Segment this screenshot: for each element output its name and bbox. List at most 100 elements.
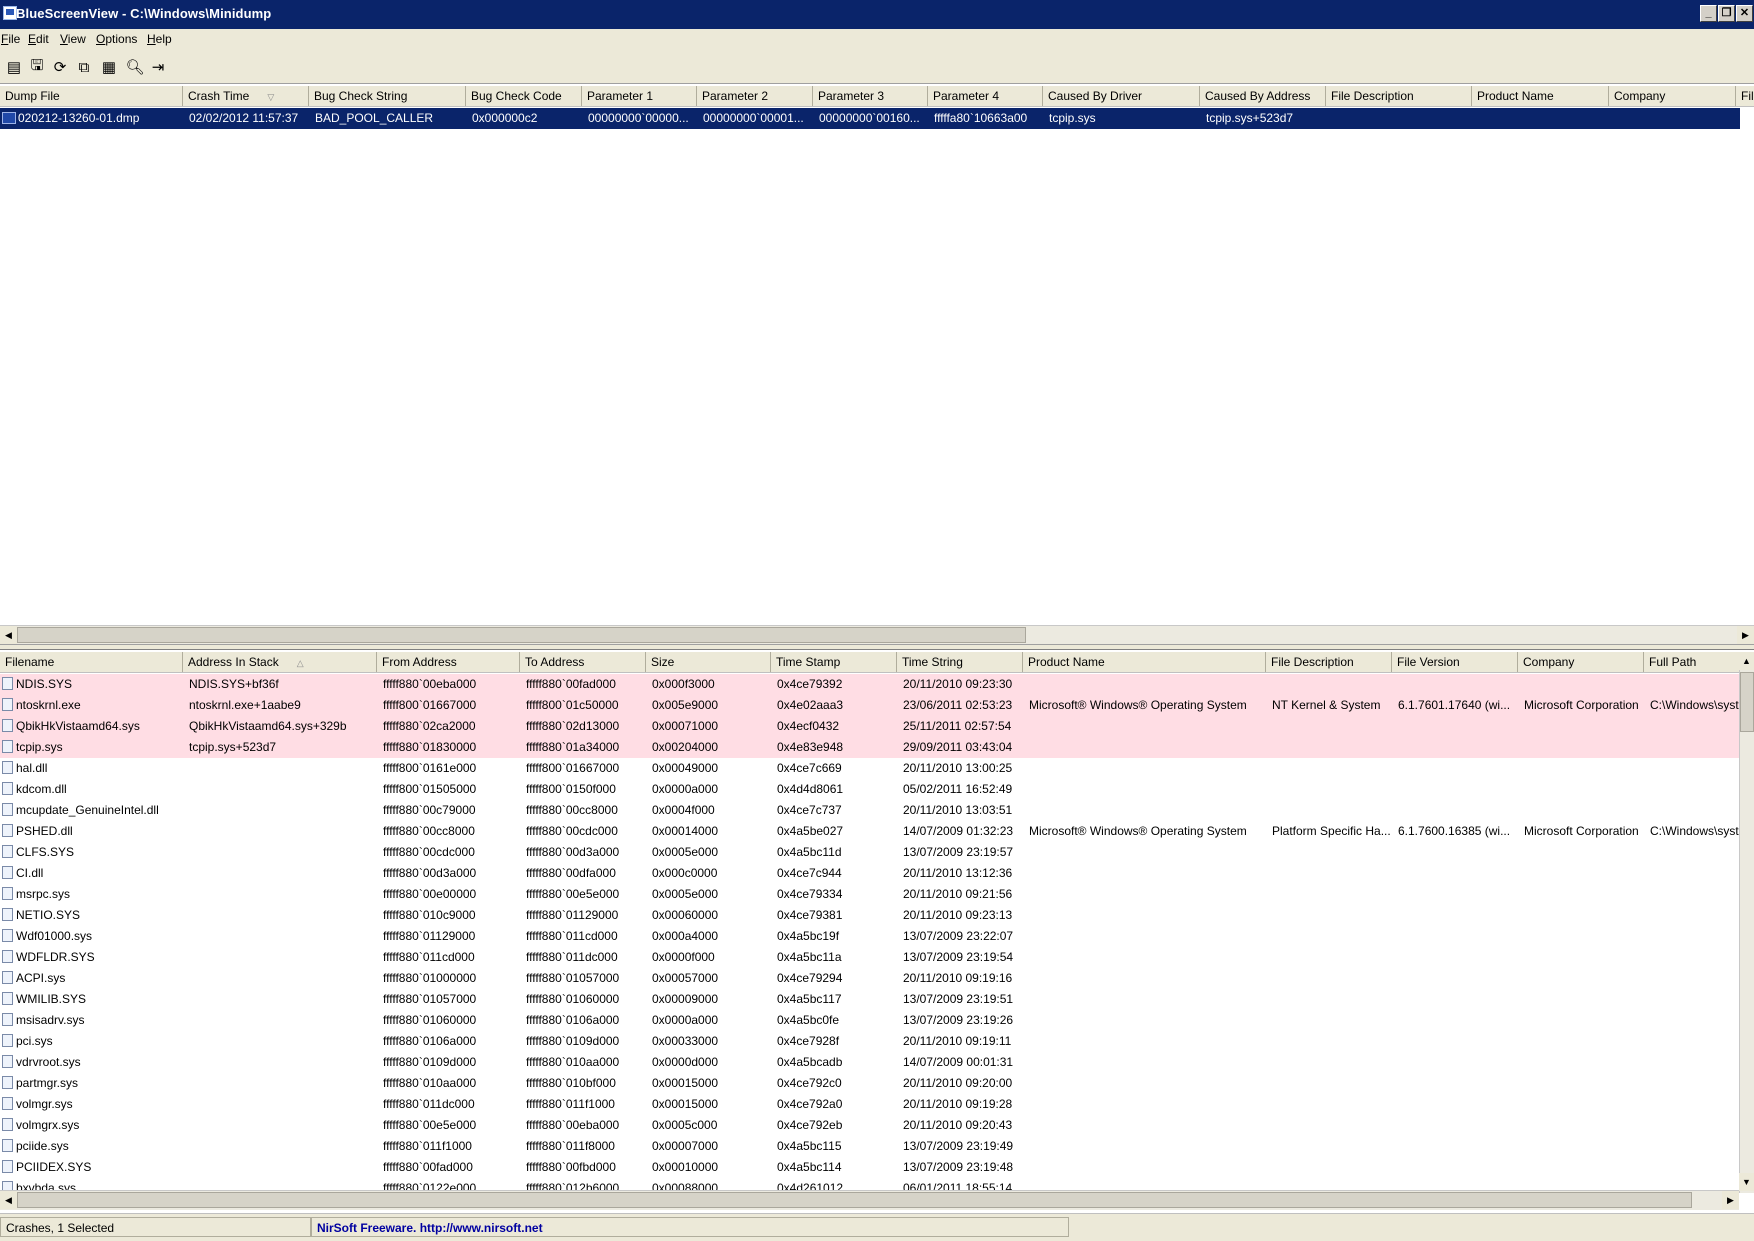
cell-file-version [1392, 1031, 1518, 1052]
cell-address-in-stack [183, 1073, 377, 1094]
driver-row[interactable]: QbikHkVistaamd64.sys QbikHkVistaamd64.sys… [0, 716, 1740, 737]
cell-address-in-stack: ntoskrnl.exe+1aabe9 [189, 698, 301, 712]
cell-filename: QbikHkVistaamd64.sys [0, 716, 183, 737]
save-icon[interactable]: 🖫 [27, 57, 47, 77]
status-count: Crashes, 1 Selected [0, 1217, 311, 1237]
menu-edit[interactable]: Edit [28, 32, 49, 46]
driver-row[interactable]: msisadrv.sys fffff880`01060000 fffff880`01… [0, 1010, 1740, 1031]
minimize-button[interactable]: _ [1700, 5, 1717, 22]
driver-row[interactable]: tcpip.sys tcpip.sys+523d7 fffff880`0183000… [0, 737, 1740, 758]
close-button[interactable]: ✕ [1736, 5, 1753, 22]
column-header-address-in-stack[interactable]: Address In Stack △ [183, 652, 377, 672]
driver-row[interactable]: kdcom.dll fffff800`01505000 fffff800`0150f… [0, 779, 1740, 800]
cell-full-path [1644, 1052, 1744, 1073]
column-header-caused-by-address[interactable]: Caused By Address [1200, 86, 1326, 106]
menu-options[interactable]: Options [96, 32, 137, 46]
driver-row[interactable]: volmgrx.sys fffff880`00e5e000 fffff880`00e… [0, 1115, 1740, 1136]
column-header-company[interactable]: Company [1518, 652, 1644, 672]
column-header-file-version[interactable]: File Version [1392, 652, 1518, 672]
scroll-down-icon[interactable]: ▼ [1739, 1173, 1754, 1191]
driver-row[interactable]: ntoskrnl.exe ntoskrnl.exe+1aabe9 fffff800`… [0, 695, 1744, 716]
scroll-left-icon[interactable]: ◀ [0, 1191, 17, 1209]
panel-splitter[interactable] [0, 644, 1754, 650]
column-header-crash-time[interactable]: Crash Time ▽ [183, 86, 309, 106]
vscroll-thumb[interactable] [1740, 672, 1754, 732]
cell-size: 0x0004f000 [652, 803, 715, 817]
html-report-icon[interactable]: ▤ [4, 57, 24, 77]
scroll-thumb[interactable] [17, 1192, 1692, 1208]
column-header-from-address[interactable]: From Address [377, 652, 520, 672]
crash-row[interactable]: 020212-13260-01.dmp 02/02/2012 11:57:37 BA… [0, 108, 1740, 129]
properties-icon[interactable]: ▦ [99, 57, 119, 77]
crash-list-hscrollbar[interactable]: ◀ ▶ [0, 625, 1754, 645]
driver-row[interactable]: volmgr.sys fffff880`011dc000 fffff880`011f… [0, 1094, 1740, 1115]
menu-file[interactable]: File [1, 32, 20, 46]
driver-row[interactable]: PCIIDEX.SYS fffff880`00fad000 fffff880`00f… [0, 1157, 1740, 1178]
driver-row[interactable]: Wdf01000.sys fffff880`01129000 fffff880`01… [0, 926, 1740, 947]
driver-row[interactable]: mcupdate_GenuineIntel.dll fffff880`00c790… [0, 800, 1740, 821]
column-header-parameter-4[interactable]: Parameter 4 [928, 86, 1043, 106]
column-header-parameter-3[interactable]: Parameter 3 [813, 86, 928, 106]
column-header-product-name[interactable]: Product Name [1023, 652, 1266, 672]
cell-time-string: 20/11/2010 09:19:11 [903, 1034, 1012, 1048]
driver-row[interactable]: pciide.sys fffff880`011f1000 fffff880`011f… [0, 1136, 1740, 1157]
scroll-right-icon[interactable]: ▶ [1737, 626, 1754, 644]
column-header-parameter-2[interactable]: Parameter 2 [697, 86, 813, 106]
column-header-caused-by-driver[interactable]: Caused By Driver [1043, 86, 1200, 106]
scroll-right-icon[interactable]: ▶ [1722, 1191, 1739, 1209]
column-header-to-address[interactable]: To Address [520, 652, 646, 672]
column-header-file[interactable]: File [1736, 86, 1754, 106]
cell-company: Microsoft Corporation [1524, 698, 1639, 712]
find-icon[interactable]: 🔍︎ [125, 57, 145, 77]
column-header-file-description[interactable]: File Description [1326, 86, 1472, 106]
driver-row[interactable]: NETIO.SYS fffff880`010c9000 fffff880`01129… [0, 905, 1740, 926]
driver-row[interactable]: WMILIB.SYS fffff880`01057000 fffff880`0106… [0, 989, 1740, 1010]
cell-time-string: 13/07/2009 23:19:51 [903, 992, 1014, 1006]
driver-list-vscrollbar[interactable]: ▲ ▼ [1739, 652, 1754, 1193]
cell-file-version [1392, 989, 1518, 1010]
column-header-size[interactable]: Size [646, 652, 771, 672]
column-header-bug-check-string[interactable]: Bug Check String [309, 86, 466, 106]
column-header-time-stamp[interactable]: Time Stamp [771, 652, 897, 672]
column-header-bug-check-code[interactable]: Bug Check Code [466, 86, 582, 106]
column-header-dump-file[interactable]: Dump File [0, 86, 183, 106]
exit-icon[interactable]: ⇥ [148, 57, 168, 77]
menu-help[interactable]: Help [147, 32, 172, 46]
column-header-time-string[interactable]: Time String [897, 652, 1023, 672]
copy-icon[interactable]: ⧉ [74, 57, 94, 77]
cell-address-in-stack [183, 884, 377, 905]
column-header-filename[interactable]: Filename [0, 652, 183, 672]
scroll-up-icon[interactable]: ▲ [1739, 652, 1754, 670]
driver-row[interactable]: msrpc.sys fffff880`00e00000 fffff880`00e5e… [0, 884, 1740, 905]
driver-row[interactable]: WDFLDR.SYS fffff880`011cd000 fffff880`011d… [0, 947, 1740, 968]
restore-button[interactable]: ❐ [1718, 5, 1735, 22]
column-header-product-name[interactable]: Product Name [1472, 86, 1609, 106]
cell-file-description [1266, 947, 1392, 968]
driver-row[interactable]: partmgr.sys fffff880`010aa000 fffff880`010… [0, 1073, 1740, 1094]
column-header-full-path[interactable]: Full Path [1644, 652, 1744, 672]
driver-row[interactable]: CLFS.SYS fffff880`00cdc000 fffff880`00d3a0… [0, 842, 1740, 863]
column-header-company[interactable]: Company [1609, 86, 1736, 106]
column-header-file-description[interactable]: File Description [1266, 652, 1392, 672]
menu-view[interactable]: View [60, 32, 86, 46]
driver-row[interactable]: PSHED.dll fffff880`00cc8000 fffff880`00cdc… [0, 821, 1744, 842]
driver-row[interactable]: CI.dll fffff880`00d3a000 fffff880`00dfa000… [0, 863, 1740, 884]
driver-row[interactable]: ACPI.sys fffff880`01000000 fffff880`010570… [0, 968, 1740, 989]
driver-row[interactable]: vdrvroot.sys fffff880`0109d000 fffff880`01… [0, 1052, 1740, 1073]
cell-address-in-stack [183, 968, 377, 989]
driver-row[interactable]: hal.dll fffff800`0161e000 fffff800`0166700… [0, 758, 1740, 779]
nirsoft-link[interactable]: NirSoft Freeware. http://www.nirsoft.net [311, 1217, 1069, 1237]
cell-time-stamp: 0x4a5bc19f [777, 929, 840, 943]
cell-time-stamp: 0x4a5bc115 [777, 1139, 842, 1153]
scroll-thumb[interactable] [17, 627, 1026, 643]
scroll-left-icon[interactable]: ◀ [0, 626, 17, 644]
column-header-parameter-1[interactable]: Parameter 1 [582, 86, 697, 106]
cell-from-address: fffff880`0109d000 [383, 1055, 477, 1069]
cell-full-path [1644, 1073, 1744, 1094]
cell-company [1518, 1052, 1644, 1073]
driver-list-hscrollbar[interactable]: ◀ ▶ [0, 1190, 1739, 1210]
refresh-icon[interactable]: ⟳ [50, 57, 70, 77]
driver-row[interactable]: pci.sys fffff880`0106a000 fffff880`0109d00… [0, 1031, 1740, 1052]
driver-row[interactable]: NDIS.SYS NDIS.SYS+bf36f fffff880`00eba000 f… [0, 674, 1740, 695]
driver-file-icon [2, 1139, 13, 1153]
